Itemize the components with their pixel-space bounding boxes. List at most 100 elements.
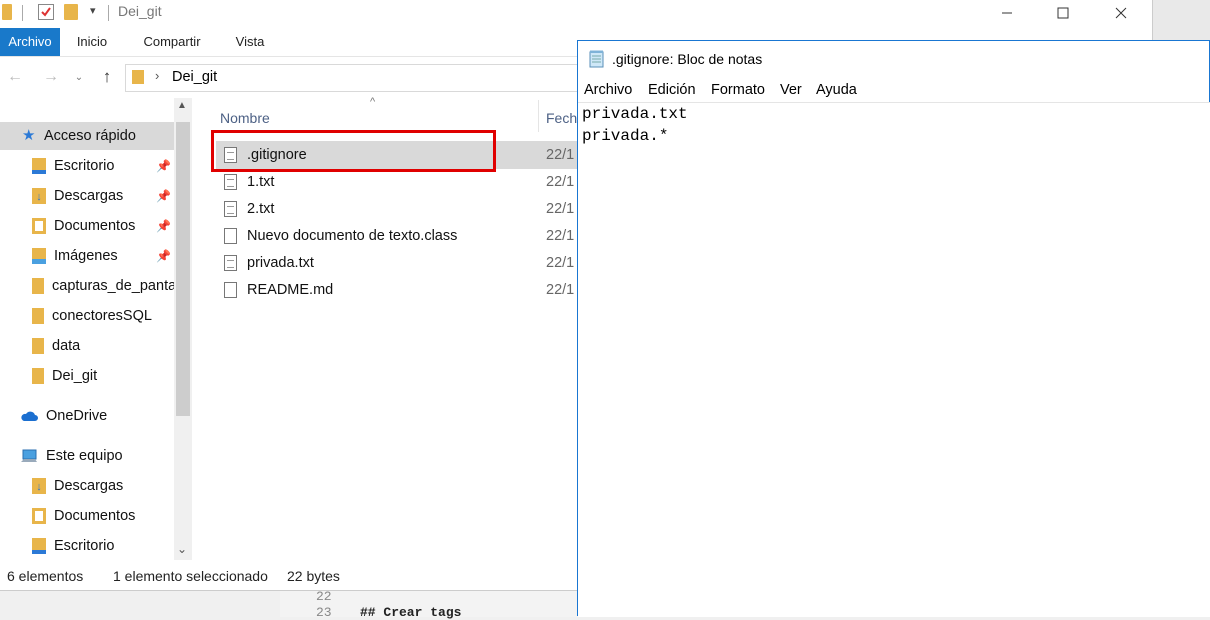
file-date: 22/1 <box>546 228 575 244</box>
computer-icon <box>20 449 38 463</box>
sidebar-item-documentos[interactable]: Documentos <box>0 212 174 240</box>
file-date: 22/1 <box>546 282 575 298</box>
pin-icon[interactable]: 📌 <box>156 159 171 173</box>
address-bar[interactable]: › Dei_git <box>125 64 587 92</box>
pin-icon[interactable]: 📌 <box>156 189 171 203</box>
scroll-up-icon[interactable]: ▲ <box>177 100 187 111</box>
minimize-button[interactable] <box>984 0 1030 26</box>
text-line: privada.txt <box>582 105 688 123</box>
column-header-date[interactable]: Fech <box>546 110 577 126</box>
sidebar-item-label: OneDrive <box>46 408 108 424</box>
sidebar-item-data[interactable]: data <box>0 332 174 360</box>
folder-icon <box>32 308 44 324</box>
menu-archivo[interactable]: Archivo <box>584 82 632 98</box>
sidebar-item-onedrive[interactable]: OneDrive <box>0 402 174 430</box>
file-date: 22/1 <box>546 147 575 163</box>
sidebar-item-imagenes[interactable]: Imágenes <box>0 242 174 270</box>
file-row-readme[interactable]: README.md <box>216 277 596 303</box>
file-row-privada-txt[interactable]: privada.txt <box>216 250 596 276</box>
downloads-folder-icon: ↓ <box>32 188 46 204</box>
background-window <box>1152 0 1210 40</box>
highlight-annotation-box <box>211 130 496 172</box>
column-header-name[interactable]: Nombre <box>220 110 270 126</box>
sidebar-item-label: Escritorio <box>54 538 115 554</box>
chevron-right-icon: › <box>155 68 160 83</box>
pictures-folder-icon <box>32 248 46 264</box>
sidebar-item-label: Acceso rápido <box>44 128 136 144</box>
address-path: Dei_git <box>172 69 218 85</box>
menu-formato[interactable]: Formato <box>711 82 765 98</box>
text-file-icon <box>224 255 237 271</box>
desktop-folder-icon <box>32 538 46 554</box>
sidebar-item-label: conectoresSQL <box>52 308 152 324</box>
window-title: Dei_git <box>118 3 162 19</box>
blank-file-icon <box>224 282 237 298</box>
sidebar-item-label: Descargas <box>54 188 124 204</box>
tab-inicio[interactable]: Inicio <box>70 28 114 56</box>
back-arrow-icon[interactable]: ← <box>4 66 26 88</box>
sidebar-item-descargas-2[interactable]: ↓ Descargas <box>0 472 174 500</box>
forward-arrow-icon[interactable]: → <box>40 66 62 88</box>
scroll-down-icon[interactable]: ⌄ <box>177 542 187 556</box>
blank-file-icon <box>224 228 237 244</box>
close-button[interactable] <box>1098 0 1144 26</box>
desktop-folder-icon <box>32 158 46 174</box>
sidebar-item-label: Este equipo <box>46 448 123 464</box>
sidebar-item-capturas[interactable]: capturas_de_pantalla <box>0 272 174 300</box>
text-file-icon <box>224 174 237 190</box>
file-name: 1.txt <box>247 174 275 190</box>
column-divider[interactable] <box>538 100 539 132</box>
pin-icon[interactable]: 📌 <box>156 219 171 233</box>
explorer-titlebar: ▾ Dei_git <box>0 0 1152 28</box>
notepad-title: .gitignore: Bloc de notas <box>612 51 763 67</box>
menu-ayuda[interactable]: Ayuda <box>816 82 857 98</box>
documents-folder-icon <box>32 218 46 234</box>
scrollbar-thumb[interactable] <box>176 122 190 416</box>
status-item-count: 6 elementos <box>7 568 84 584</box>
new-folder-icon[interactable] <box>64 4 78 20</box>
properties-icon[interactable] <box>38 4 54 20</box>
recent-locations-icon[interactable]: ⌄ <box>68 66 90 88</box>
file-row-1-txt[interactable]: 1.txt <box>216 169 596 195</box>
text-file-icon <box>224 201 237 217</box>
documents-folder-icon <box>32 508 46 524</box>
sidebar-item-label: Documentos <box>54 508 136 524</box>
file-date: 22/1 <box>546 201 575 217</box>
tab-archivo[interactable]: Archivo <box>0 28 60 56</box>
sidebar-item-este-equipo[interactable]: Este equipo <box>0 442 174 470</box>
status-size: 22 bytes <box>287 568 340 584</box>
file-name: README.md <box>247 282 334 298</box>
file-date: 22/1 <box>546 174 575 190</box>
tab-vista[interactable]: Vista <box>228 28 272 56</box>
menu-ver[interactable]: Ver <box>780 82 802 98</box>
notepad-icon <box>589 50 604 68</box>
sidebar-item-descargas[interactable]: ↓ Descargas <box>0 182 174 210</box>
folder-icon <box>32 278 44 294</box>
sidebar-item-documentos-2[interactable]: Documentos <box>0 502 174 530</box>
folder-icon <box>32 338 44 354</box>
folder-icon <box>132 70 144 84</box>
sidebar-item-conectoressql[interactable]: conectoresSQL <box>0 302 174 330</box>
quick-access-dropdown-icon[interactable]: ▾ <box>90 4 96 17</box>
maximize-button[interactable] <box>1040 0 1086 26</box>
folder-icon <box>2 4 12 20</box>
sidebar-item-label: Dei_git <box>52 368 98 384</box>
sidebar-item-escritorio[interactable]: Escritorio <box>0 152 174 180</box>
file-name: 2.txt <box>247 201 275 217</box>
sidebar-item-label: Descargas <box>54 478 124 494</box>
sidebar-item-dei-git[interactable]: Dei_git <box>0 362 174 390</box>
sidebar-item-label: Imágenes <box>54 248 118 264</box>
status-selected: 1 elemento seleccionado <box>113 568 268 584</box>
sidebar-item-escritorio-2[interactable]: Escritorio <box>0 532 174 560</box>
sidebar-item-label: capturas_de_pantalla <box>52 278 174 294</box>
notepad-text-area[interactable] <box>578 102 1210 617</box>
file-row-2-txt[interactable]: 2.txt <box>216 196 596 222</box>
pin-icon[interactable]: 📌 <box>156 249 171 263</box>
sort-ascending-icon: ^ <box>370 96 376 108</box>
menu-edicion[interactable]: Edición <box>648 82 696 98</box>
up-arrow-icon[interactable]: ↑ <box>96 66 118 88</box>
tab-compartir[interactable]: Compartir <box>136 28 208 56</box>
file-row-class[interactable]: Nuevo documento de texto.class <box>216 223 596 249</box>
line-number: 23 <box>316 605 332 620</box>
sidebar-item-acceso-rapido[interactable]: ★ Acceso rápido <box>0 122 174 150</box>
